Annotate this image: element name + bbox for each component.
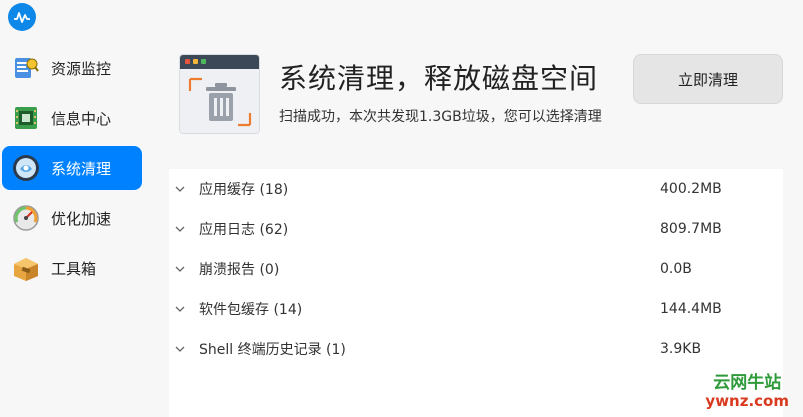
- sidebar-item-label: 资源监控: [51, 59, 112, 78]
- sidebar-item-resource-monitor[interactable]: 资源监控: [2, 46, 142, 90]
- sidebar-item-label: 工具箱: [51, 259, 97, 278]
- info-center-icon: [11, 103, 41, 133]
- item-size: 144.4MB: [660, 301, 722, 317]
- chevron-down-icon[interactable]: [175, 184, 185, 194]
- chevron-down-icon[interactable]: [175, 304, 185, 314]
- list-item[interactable]: 应用缓存 (18) 400.2MB: [169, 169, 783, 209]
- main-panel: 系统清理，释放磁盘空间 扫描成功，本次共发现1.3GB垃圾，您可以选择清理 立即…: [150, 0, 803, 417]
- chevron-down-icon[interactable]: [175, 264, 185, 274]
- item-size: 400.2MB: [660, 181, 722, 197]
- system-clean-icon: [11, 153, 41, 183]
- watermark-title: 云网牛站: [713, 373, 782, 393]
- item-label: Shell 终端历史记录 (1): [199, 342, 346, 358]
- trash-window-icon: [179, 54, 260, 134]
- waveform-logo-icon: [8, 3, 36, 31]
- cleanup-list: 应用缓存 (18) 400.2MB 应用日志 (62) 809.7MB 崩溃报告…: [169, 169, 783, 417]
- list-item[interactable]: 应用日志 (62) 809.7MB: [169, 209, 783, 249]
- sidebar-item-system-clean[interactable]: 系统清理: [2, 146, 142, 190]
- watermark-url: ywnz.com: [705, 392, 789, 410]
- sidebar-item-info-center[interactable]: 信息中心: [2, 96, 142, 140]
- scan-result-text: 扫描成功，本次共发现1.3GB垃圾，您可以选择清理: [279, 109, 602, 125]
- item-label: 应用缓存 (18): [199, 182, 289, 198]
- sidebar-nav: 资源监控 信息中心 系统清理 优化加速 工具箱: [2, 46, 142, 296]
- list-item[interactable]: 软件包缓存 (14) 144.4MB: [169, 289, 783, 329]
- item-size: 3.9KB: [660, 341, 702, 357]
- sidebar-item-optimize[interactable]: 优化加速: [2, 196, 142, 240]
- item-size: 0.0B: [660, 261, 692, 277]
- chevron-down-icon[interactable]: [175, 224, 185, 234]
- toolbox-icon: [11, 253, 41, 283]
- sidebar: 资源监控 信息中心 系统清理 优化加速 工具箱: [0, 0, 150, 417]
- item-label: 软件包缓存 (14): [199, 302, 303, 318]
- list-item[interactable]: Shell 终端历史记录 (1) 3.9KB: [169, 329, 783, 369]
- list-item[interactable]: 崩溃报告 (0) 0.0B: [169, 249, 783, 289]
- item-label: 崩溃报告 (0): [199, 262, 280, 278]
- clean-now-button[interactable]: 立即清理: [633, 54, 783, 104]
- app-window: 资源监控 信息中心 系统清理 优化加速 工具箱 系统清理，释放磁盘空间 扫描成功…: [0, 0, 803, 417]
- speedometer-icon: [11, 203, 41, 233]
- sidebar-item-label: 优化加速: [51, 209, 112, 228]
- watermark: 云网牛站 ywnz.com: [705, 375, 789, 409]
- sidebar-item-label: 系统清理: [51, 159, 112, 178]
- page-title: 系统清理，释放磁盘空间: [279, 62, 599, 95]
- item-label: 应用日志 (62): [199, 222, 289, 238]
- sidebar-item-label: 信息中心: [51, 109, 112, 128]
- sidebar-item-toolbox[interactable]: 工具箱: [2, 246, 142, 290]
- resource-monitor-icon: [11, 53, 41, 83]
- item-size: 809.7MB: [660, 221, 722, 237]
- chevron-down-icon[interactable]: [175, 344, 185, 354]
